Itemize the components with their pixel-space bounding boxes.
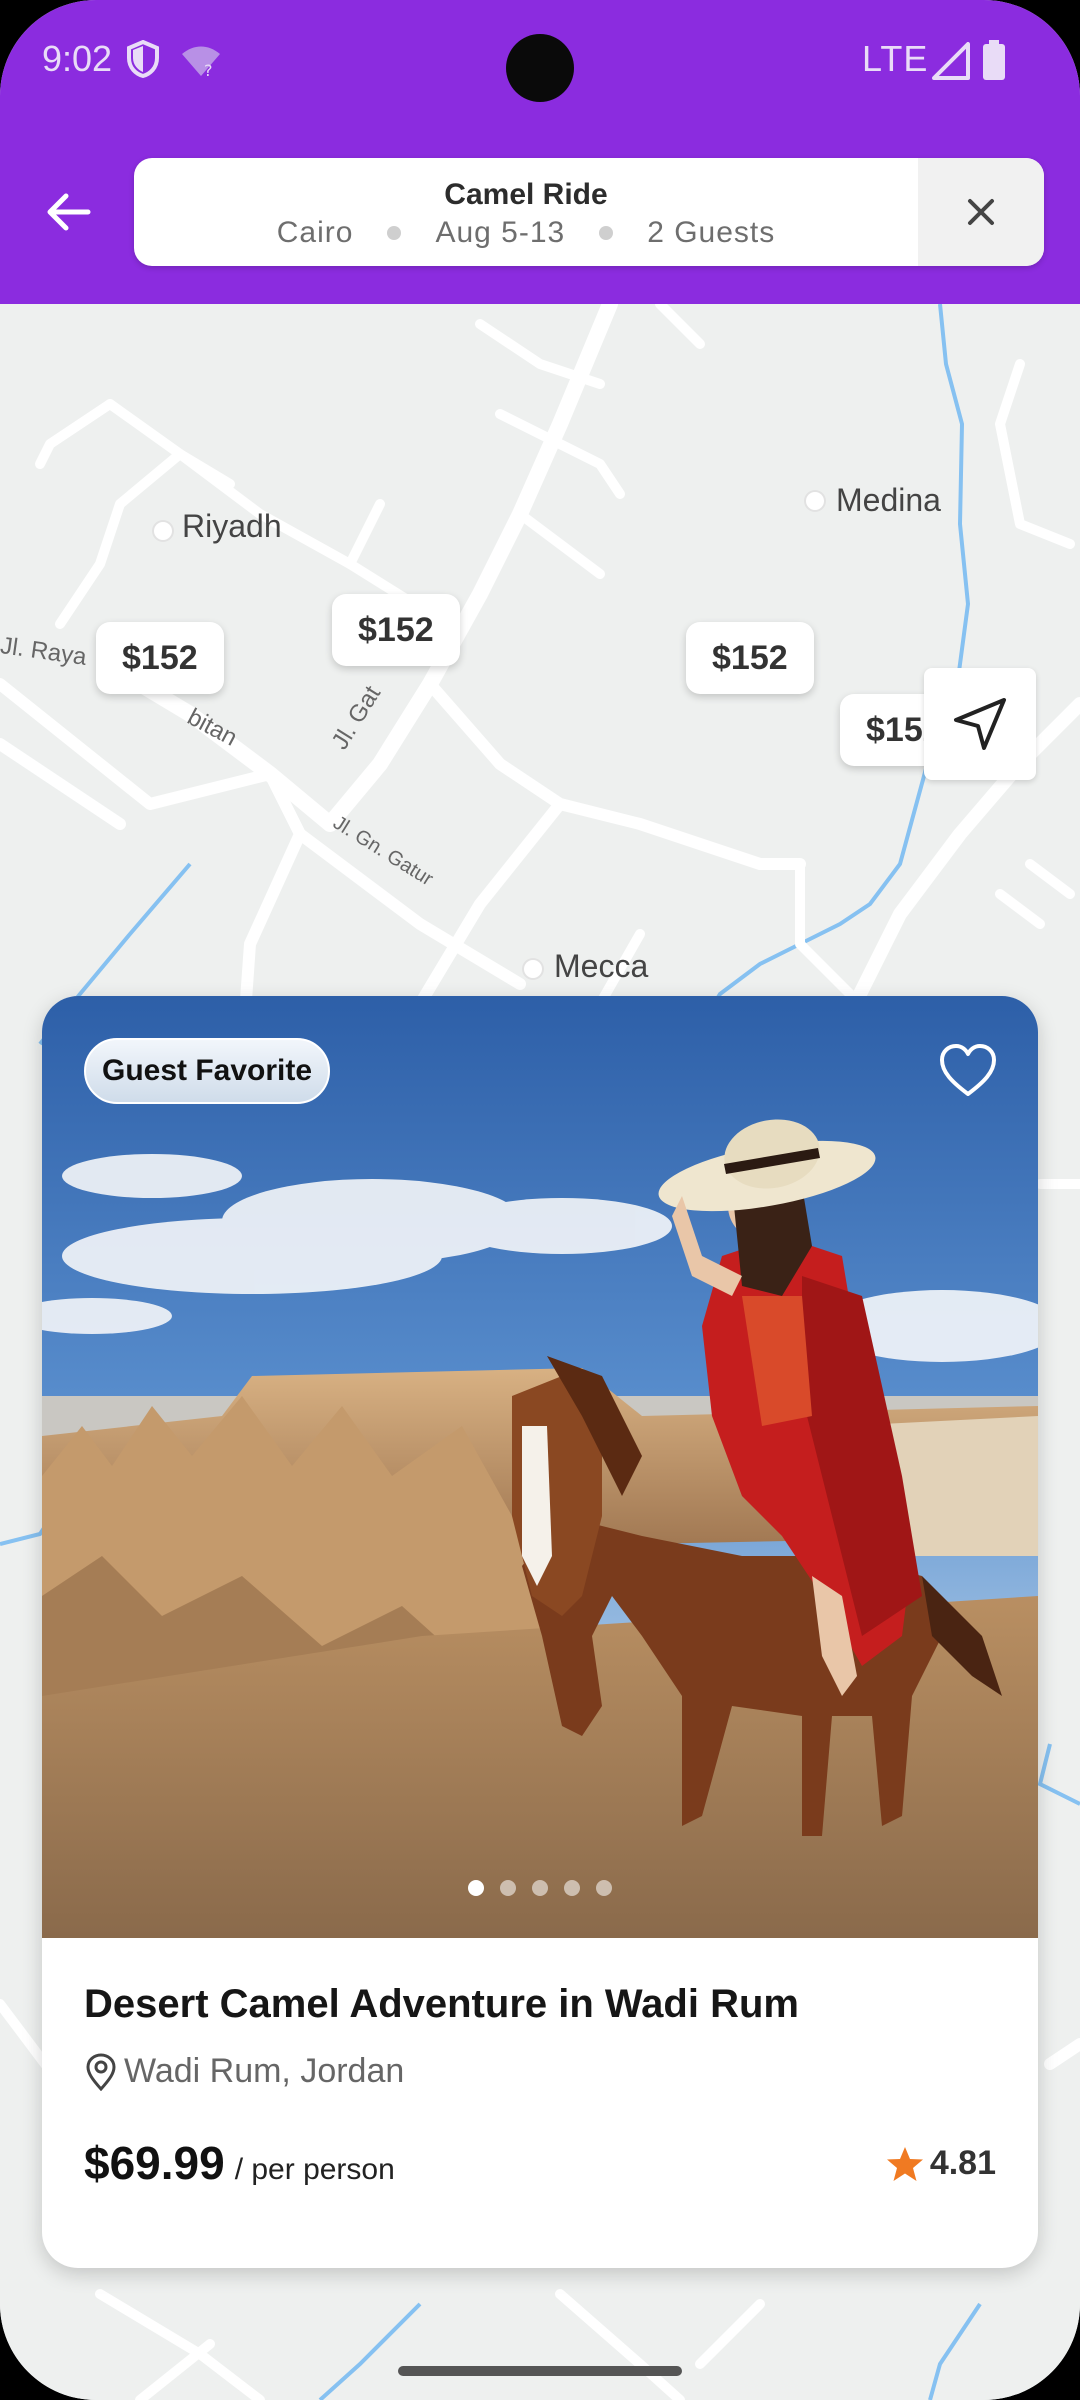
guest-favorite-badge: Guest Favorite	[84, 1038, 331, 1104]
photo-pagination	[42, 1880, 1038, 1896]
listing-location: Wadi Rum, Jordan	[84, 2052, 404, 2091]
search-location: Cairo	[276, 216, 354, 249]
place-label-medina: Medina	[836, 482, 941, 518]
phone-screen: Riyadh Medina Mecca Jl. Raya bitan Jl. G…	[0, 0, 1080, 2400]
heart-icon	[940, 1044, 996, 1096]
place-label-mecca: Mecca	[554, 948, 649, 984]
place-dot-riyadh	[154, 522, 172, 540]
separator-dot	[387, 226, 402, 240]
status-network: LTE	[862, 38, 929, 79]
battery-icon	[983, 40, 1005, 80]
close-icon	[968, 199, 994, 225]
page-dot[interactable]	[500, 1880, 516, 1896]
star-icon	[886, 2146, 923, 2181]
search-guests: 2 Guests	[647, 216, 776, 249]
navigate-icon	[954, 698, 1006, 750]
search-dates: Aug 5-13	[435, 216, 566, 249]
location-pin-icon	[86, 2052, 116, 2091]
search-summary[interactable]: Camel Ride Cairo Aug 5-13 2 Guests	[134, 158, 918, 266]
price-marker[interactable]: $152	[332, 594, 460, 666]
page-dot-active[interactable]	[468, 1880, 484, 1896]
page-dot[interactable]	[564, 1880, 580, 1896]
search-summary-bar[interactable]: Camel Ride Cairo Aug 5-13 2 Guests	[134, 158, 1044, 266]
back-arrow-icon	[47, 193, 91, 231]
svg-text:?: ?	[204, 61, 213, 78]
status-time: 9:02	[42, 38, 113, 79]
wifi-icon: ?	[182, 46, 220, 78]
clear-search-button[interactable]	[918, 158, 1044, 266]
app-header: 9:02 ? LTE Camel Ride Cairo Aug 5-13 2 G…	[0, 0, 1080, 304]
place-label-riyadh: Riyadh	[182, 508, 282, 544]
page-dot[interactable]	[596, 1880, 612, 1896]
front-camera	[506, 34, 574, 102]
rating: 4.81	[886, 2144, 996, 2183]
search-details: Cairo Aug 5-13 2 Guests	[134, 216, 918, 250]
listing-card[interactable]: Guest Favorite Desert Camel Adventure in…	[42, 996, 1038, 2268]
listing-photo[interactable]	[42, 996, 1038, 1938]
back-button[interactable]	[36, 180, 100, 244]
listing-title: Desert Camel Adventure in Wadi Rum	[84, 1982, 799, 2026]
price-marker[interactable]: $152	[686, 622, 814, 694]
page-dot[interactable]	[532, 1880, 548, 1896]
separator-dot	[599, 226, 614, 240]
my-location-button[interactable]	[924, 668, 1036, 780]
home-indicator[interactable]	[398, 2366, 682, 2376]
signal-icon	[932, 42, 970, 80]
shield-icon	[127, 40, 159, 78]
price-row: $69.99 / per person	[84, 2136, 395, 2190]
price-value: $69.99	[84, 2137, 225, 2189]
price-marker[interactable]: $152	[96, 622, 224, 694]
search-title: Camel Ride	[444, 178, 608, 211]
price-unit: / per person	[234, 2153, 395, 2186]
place-dot-mecca	[524, 960, 542, 978]
rating-value: 4.81	[929, 2144, 996, 2182]
location-text: Wadi Rum, Jordan	[124, 2052, 405, 2090]
favorite-button[interactable]	[932, 1034, 1004, 1106]
place-dot-medina	[806, 492, 824, 510]
